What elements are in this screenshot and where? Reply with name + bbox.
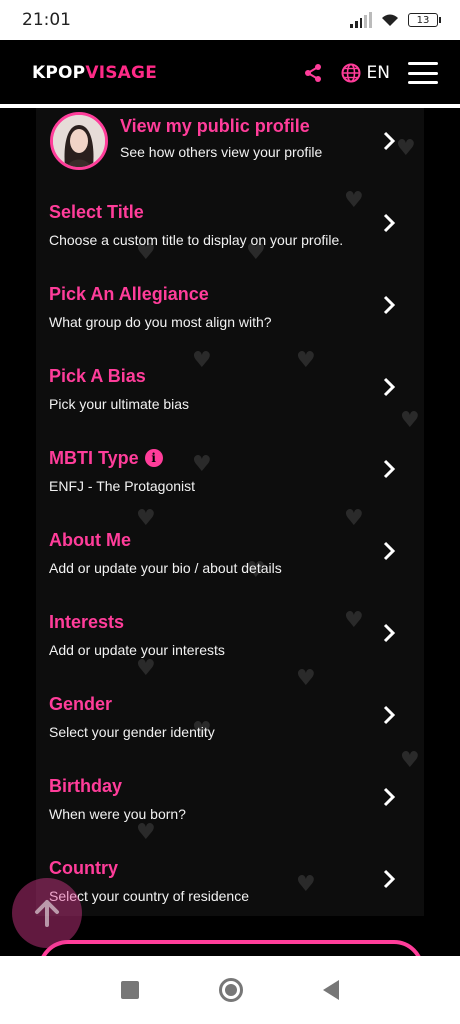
- info-icon[interactable]: i: [144, 449, 163, 467]
- item-subtitle: Add or update your interests: [49, 642, 225, 658]
- item-title: Pick A Bias: [49, 366, 146, 386]
- kpopvisage-logo[interactable]: KPOPVISAGE: [32, 63, 157, 83]
- birthday-row[interactable]: Birthday When were you born?: [36, 764, 424, 846]
- language-selector[interactable]: EN: [341, 63, 390, 83]
- item-title: About Me: [49, 530, 131, 550]
- interests-row[interactable]: Interests Add or update your interests: [36, 600, 424, 682]
- scroll-to-top-button[interactable]: [12, 878, 82, 948]
- logo-part-visage: VISAGE: [85, 63, 158, 83]
- bottom-action-button[interactable]: [38, 940, 424, 956]
- chevron-right-icon: [383, 459, 396, 479]
- item-title: Gender: [49, 694, 113, 714]
- item-title: MBTI Type: [49, 448, 139, 468]
- pick-bias-row[interactable]: Pick A Bias Pick your ultimate bias: [36, 354, 424, 436]
- chevron-right-icon: [383, 213, 396, 233]
- share-icon[interactable]: [303, 63, 323, 83]
- item-subtitle: What group do you most align with?: [49, 314, 272, 330]
- chevron-right-icon: [383, 869, 396, 889]
- item-title: Select Title: [49, 202, 144, 222]
- home-icon[interactable]: [219, 978, 243, 1002]
- chevron-right-icon: [383, 295, 396, 315]
- status-icons: 13: [350, 12, 441, 28]
- profile-subtitle: See how others view your profile: [120, 144, 323, 160]
- settings-panel: ♥ ♥ ♥ ♥ ♥ ♥ ♥ ♥ ♥ ♥ ♥ ♥ ♥ ♥ ♥ ♥ ♥ ♥ View…: [36, 108, 424, 916]
- status-bar: 21:01 13: [0, 0, 460, 40]
- chevron-right-icon: [383, 705, 396, 725]
- gender-row[interactable]: Gender Select your gender identity: [36, 682, 424, 764]
- item-subtitle: ENFJ - The Protagonist: [49, 478, 196, 494]
- select-title-row[interactable]: Select Title Choose a custom title to di…: [36, 190, 424, 272]
- item-subtitle: Select your gender identity: [49, 724, 215, 740]
- globe-icon: [341, 63, 361, 83]
- item-subtitle: Choose a custom title to display on your…: [49, 232, 344, 248]
- chevron-right-icon: [383, 623, 396, 643]
- country-row[interactable]: Country Select your country of residence: [36, 846, 424, 916]
- item-subtitle: Pick your ultimate bias: [49, 396, 190, 412]
- chevron-right-icon: [383, 377, 396, 397]
- item-title-wrap: MBTI Type i: [49, 448, 163, 469]
- app-header: KPOPVISAGE EN: [0, 40, 460, 106]
- chevron-right-icon: [383, 541, 396, 561]
- wifi-icon: [382, 14, 398, 26]
- item-title: Birthday: [49, 776, 123, 796]
- recent-apps-icon[interactable]: [121, 981, 139, 999]
- view-public-profile-row[interactable]: View my public profile See how others vi…: [36, 108, 424, 190]
- item-subtitle: Add or update your bio / about details: [49, 560, 282, 576]
- logo-part-kpop: KPOP: [32, 63, 86, 83]
- android-nav-bar: [0, 956, 460, 1024]
- item-title: Interests: [49, 612, 125, 632]
- battery-level: 13: [416, 14, 430, 26]
- item-subtitle: When were you born?: [49, 806, 186, 822]
- profile-title: View my public profile: [120, 116, 310, 136]
- mbti-type-row[interactable]: MBTI Type i ENFJ - The Protagonist: [36, 436, 424, 518]
- chevron-right-icon: [383, 787, 396, 807]
- hamburger-menu-icon[interactable]: [408, 62, 438, 84]
- arrow-up-icon: [35, 900, 59, 927]
- item-title: Country: [49, 858, 118, 878]
- item-title: Pick An Allegiance: [49, 284, 209, 304]
- avatar[interactable]: [50, 112, 108, 170]
- status-time: 21:01: [22, 10, 71, 30]
- language-label: EN: [366, 63, 390, 83]
- settings-content[interactable]: ♥ ♥ ♥ ♥ ♥ ♥ ♥ ♥ ♥ ♥ ♥ ♥ ♥ ♥ ♥ ♥ ♥ ♥ View…: [0, 108, 460, 956]
- about-me-row[interactable]: About Me Add or update your bio / about …: [36, 518, 424, 600]
- chevron-right-icon: [383, 131, 396, 151]
- back-icon[interactable]: [323, 980, 339, 1000]
- battery-icon: 13: [408, 13, 441, 27]
- pick-allegiance-row[interactable]: Pick An Allegiance What group do you mos…: [36, 272, 424, 354]
- signal-icon: [350, 12, 372, 28]
